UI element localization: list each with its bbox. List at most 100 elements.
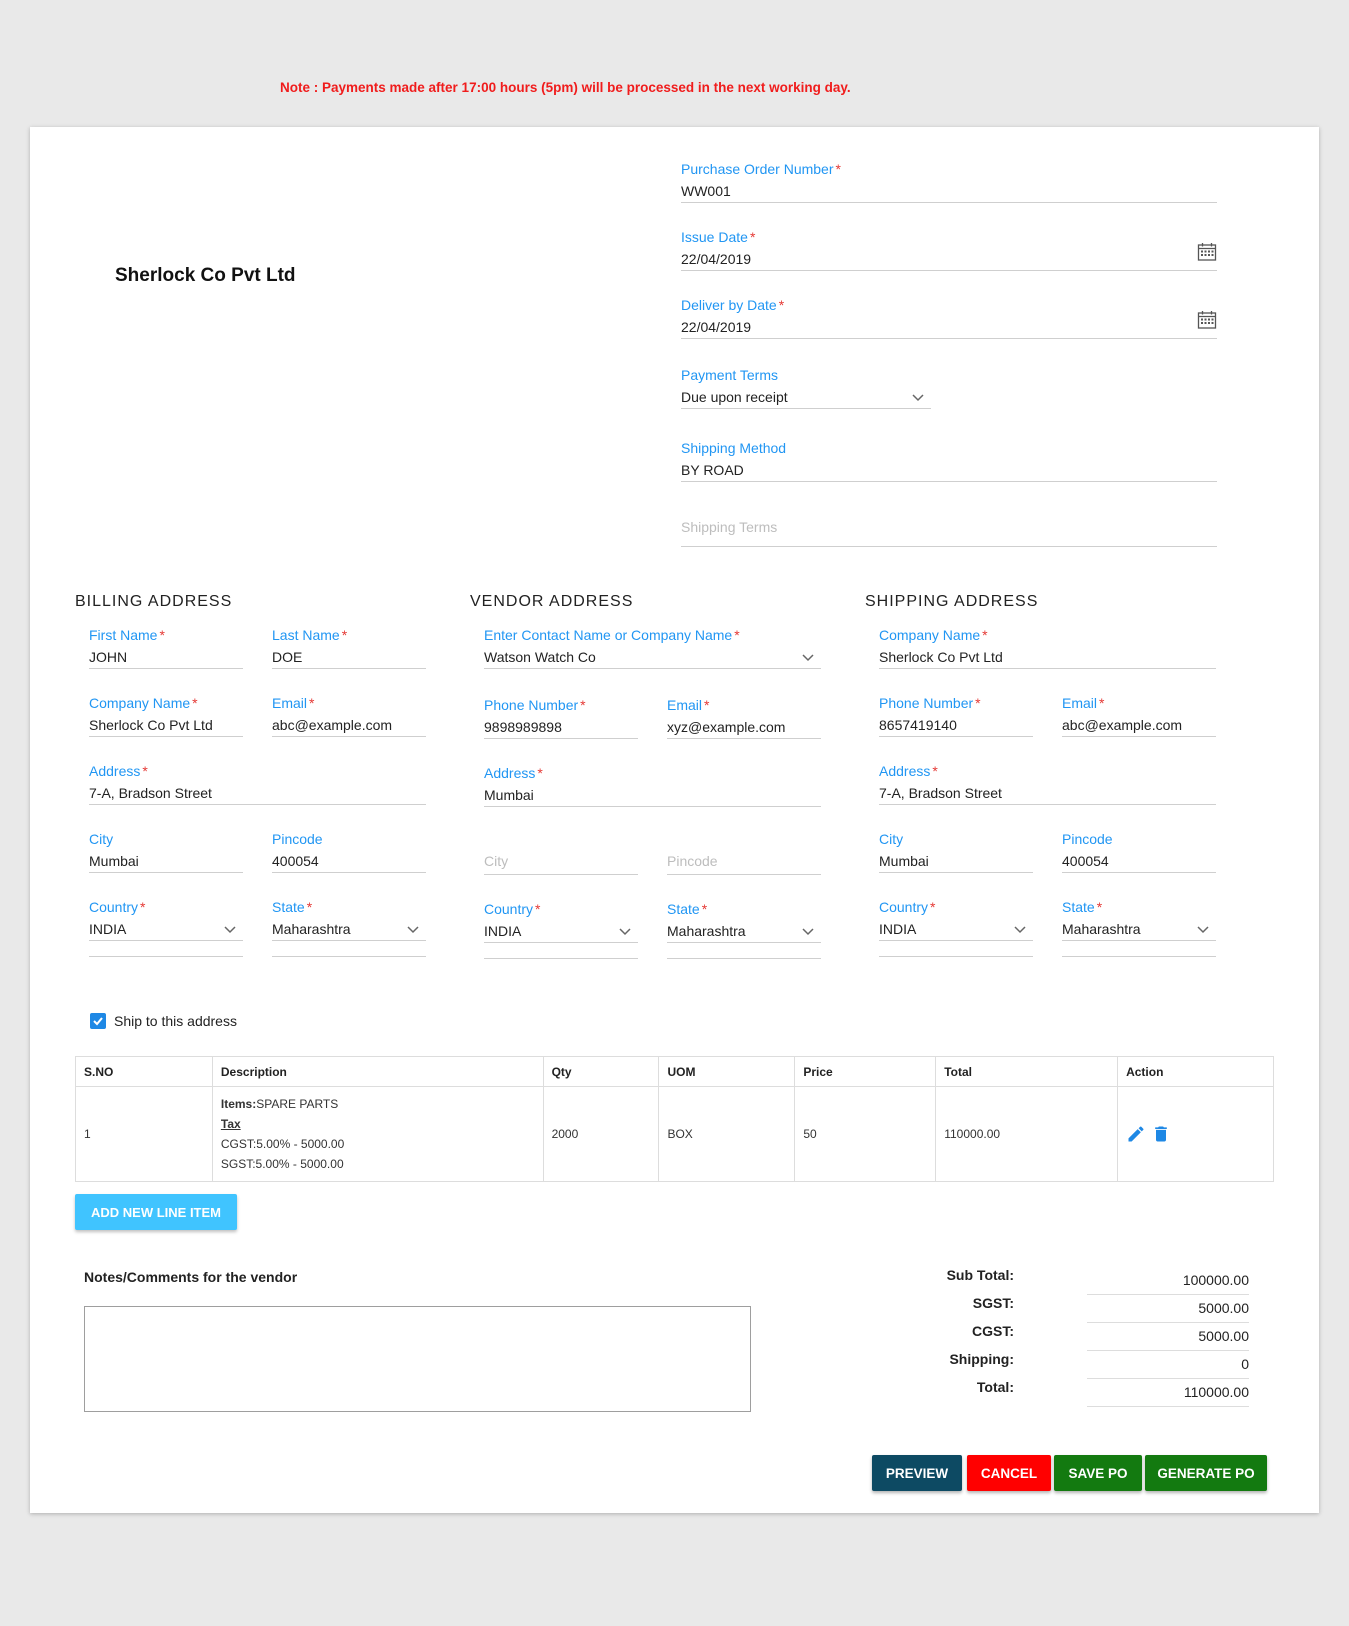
vendor-phone-label: Phone Number — [484, 697, 579, 713]
vendor-email-label: Email — [667, 697, 703, 713]
vendor-pincode-placeholder: Pincode — [667, 853, 718, 869]
shipping-state-select[interactable]: State * Maharashtra — [1062, 899, 1216, 957]
po-number-value: WW001 — [681, 183, 731, 199]
chevron-down-icon — [407, 926, 419, 934]
cancel-button[interactable]: CANCEL — [967, 1455, 1051, 1491]
vendor-country-label: Country — [484, 901, 534, 917]
delete-icon[interactable] — [1151, 1124, 1171, 1144]
chevron-down-icon — [912, 394, 924, 402]
billing-pincode-field[interactable]: Pincode 400054 — [272, 831, 426, 873]
shipping-pincode-field[interactable]: Pincode 400054 — [1062, 831, 1216, 873]
sgst-line: SGST:5.00% - 5000.00 — [220, 1157, 344, 1171]
shipping-email-value: abc@example.com — [1062, 717, 1183, 733]
shipping-cost-label: Shipping: — [949, 1351, 1014, 1367]
vendor-address-label: Address — [484, 765, 536, 781]
shipping-company-field[interactable]: Company Name * Sherlock Co Pvt Ltd — [879, 627, 1216, 669]
shipping-phone-field[interactable]: Phone Number * 8657419140 — [879, 695, 1033, 737]
shipping-company-value: Sherlock Co Pvt Ltd — [879, 649, 1003, 665]
chevron-down-icon — [802, 928, 814, 936]
shipping-address-label: Address — [879, 763, 931, 779]
cell-price: 50 — [794, 1086, 937, 1182]
vendor-address-field[interactable]: Address * Mumbai — [484, 765, 821, 807]
checkbox-checked-icon[interactable] — [90, 1013, 106, 1029]
vendor-city-placeholder: City — [484, 853, 509, 869]
chevron-down-icon — [1197, 926, 1209, 934]
billing-address-field[interactable]: Address * 7-A, Bradson Street — [89, 763, 426, 805]
vendor-phone-field[interactable]: Phone Number * 9898989898 — [484, 697, 638, 739]
billing-state-select[interactable]: State * Maharashtra — [272, 899, 426, 957]
billing-last-name-value: DOE — [272, 649, 303, 665]
ship-to-address-checkbox[interactable]: Ship to this address — [90, 1013, 237, 1029]
add-line-item-button[interactable]: ADD NEW LINE ITEM — [75, 1194, 237, 1230]
edit-icon[interactable] — [1126, 1124, 1146, 1144]
save-po-button[interactable]: SAVE PO — [1054, 1455, 1142, 1491]
po-number-field[interactable]: Purchase Order Number * WW001 — [681, 161, 1217, 211]
header-uom: UOM — [658, 1056, 796, 1087]
billing-first-name-label: First Name — [89, 627, 158, 643]
billing-address-label: Address — [89, 763, 141, 779]
calendar-icon[interactable] — [1197, 242, 1217, 262]
shipping-terms-field[interactable]: Shipping Terms — [681, 519, 1217, 549]
shipping-email-field[interactable]: Email * abc@example.com — [1062, 695, 1216, 737]
billing-city-field[interactable]: City Mumbai — [89, 831, 243, 873]
shipping-city-value: Mumbai — [879, 853, 929, 869]
chevron-down-icon — [1014, 926, 1026, 934]
tax-label: Tax — [220, 1117, 241, 1131]
table-header-row: S.NO Description Qty UOM Price Total Act… — [75, 1056, 1274, 1087]
vendor-city-field[interactable]: City — [484, 853, 638, 875]
shipping-method-field[interactable]: Shipping Method BY ROAD — [681, 440, 1217, 490]
payment-note: Note : Payments made after 17:00 hours (… — [280, 80, 851, 95]
header-total: Total — [935, 1056, 1119, 1087]
cell-uom: BOX — [658, 1086, 796, 1182]
vendor-email-field[interactable]: Email * xyz@example.com — [667, 697, 821, 739]
shipping-pincode-label: Pincode — [1062, 831, 1113, 847]
shipping-company-label: Company Name — [879, 627, 981, 643]
billing-first-name-field[interactable]: First Name * JOHN — [89, 627, 243, 669]
shipping-email-label: Email — [1062, 695, 1098, 711]
issue-date-field[interactable]: Issue Date * 22/04/2019 — [681, 229, 1217, 279]
shipping-country-value: INDIA — [879, 921, 917, 937]
sgst-value: 5000.00 — [1087, 1300, 1249, 1323]
billing-pincode-value: 400054 — [272, 853, 319, 869]
chevron-down-icon — [802, 654, 814, 662]
shipping-cost-value[interactable]: 0 — [1087, 1356, 1249, 1379]
line-items-table: S.NO Description Qty UOM Price Total Act… — [75, 1056, 1274, 1182]
vendor-country-select[interactable]: Country * INDIA — [484, 901, 638, 959]
shipping-country-label: Country — [879, 899, 929, 915]
vendor-country-value: INDIA — [484, 923, 522, 939]
notes-textarea[interactable] — [84, 1306, 751, 1412]
billing-email-field[interactable]: Email * abc@example.com — [272, 695, 426, 737]
vendor-contact-select[interactable]: Enter Contact Name or Company Name * Wats… — [484, 627, 821, 669]
cell-sno: 1 — [75, 1086, 213, 1182]
generate-po-button[interactable]: GENERATE PO — [1145, 1455, 1267, 1491]
billing-country-select[interactable]: Country * INDIA — [89, 899, 243, 957]
shipping-country-select[interactable]: Country * INDIA — [879, 899, 1033, 957]
shipping-terms-placeholder: Shipping Terms — [681, 519, 778, 535]
shipping-city-field[interactable]: City Mumbai — [879, 831, 1033, 873]
billing-country-value: INDIA — [89, 921, 127, 937]
total-value: 110000.00 — [1087, 1384, 1249, 1407]
preview-button[interactable]: PREVIEW — [872, 1455, 962, 1491]
vendor-state-value: Maharashtra — [667, 923, 746, 939]
shipping-address-value: 7-A, Bradson Street — [879, 785, 1002, 801]
deliver-date-field[interactable]: Deliver by Date * 22/04/2019 — [681, 297, 1217, 347]
shipping-method-label: Shipping Method — [681, 440, 787, 456]
shipping-pincode-value: 400054 — [1062, 853, 1109, 869]
vendor-email-value: xyz@example.com — [667, 719, 786, 735]
shipping-state-value: Maharashtra — [1062, 921, 1141, 937]
payment-terms-select[interactable]: Payment Terms Due upon receipt — [681, 367, 931, 417]
deliver-date-label: Deliver by Date — [681, 297, 777, 313]
shipping-phone-value: 8657419140 — [879, 717, 957, 733]
vendor-state-label: State — [667, 901, 700, 917]
billing-last-name-field[interactable]: Last Name * DOE — [272, 627, 426, 669]
shipping-state-label: State — [1062, 899, 1095, 915]
vendor-address-title: VENDOR ADDRESS — [470, 593, 634, 610]
shipping-address-field[interactable]: Address * 7-A, Bradson Street — [879, 763, 1216, 805]
vendor-state-select[interactable]: State * Maharashtra — [667, 901, 821, 959]
cgst-label: CGST: — [972, 1323, 1014, 1339]
billing-state-label: State — [272, 899, 305, 915]
billing-company-field[interactable]: Company Name * Sherlock Co Pvt Ltd — [89, 695, 243, 737]
calendar-icon[interactable] — [1197, 310, 1217, 330]
billing-pincode-label: Pincode — [272, 831, 323, 847]
vendor-pincode-field[interactable]: Pincode — [667, 853, 821, 875]
